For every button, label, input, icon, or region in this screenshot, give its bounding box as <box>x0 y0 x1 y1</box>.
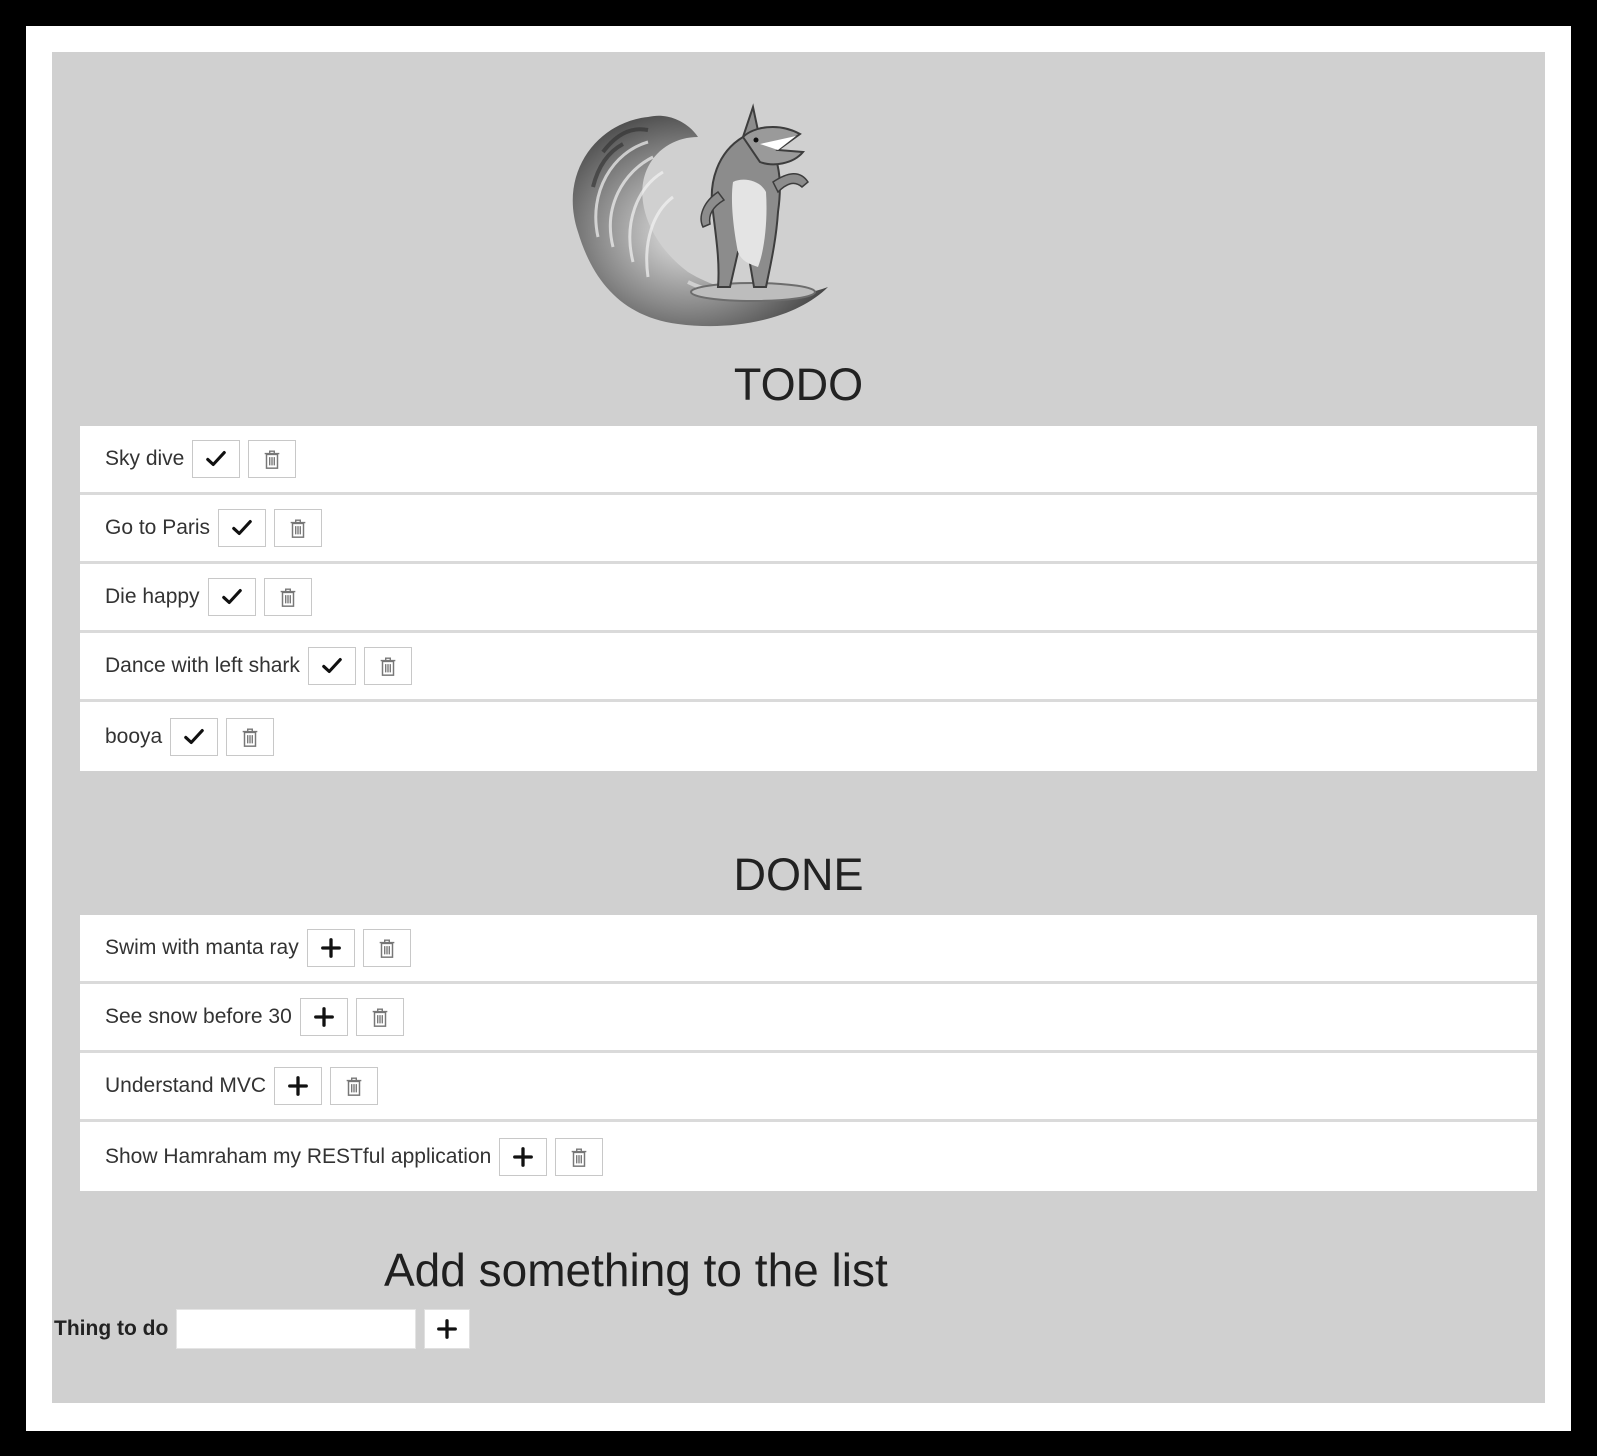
restore-button[interactable] <box>274 1067 323 1105</box>
trash-icon <box>377 655 399 677</box>
done-item-label: Swim with manta ray <box>105 936 299 959</box>
surfing-shark-logo <box>538 92 848 332</box>
trash-icon <box>261 448 283 470</box>
done-item: Swim with manta ray <box>80 915 1537 984</box>
plus-icon <box>436 1318 458 1340</box>
plus-icon <box>320 937 342 959</box>
add-item-button[interactable] <box>424 1309 471 1349</box>
todo-app: TODO Sky dive Go to Paris Die happy Danc… <box>52 52 1545 1403</box>
todo-list: Sky dive Go to Paris Die happy Dance wit… <box>80 426 1537 771</box>
check-icon <box>205 448 227 470</box>
done-heading: DONE <box>733 849 864 900</box>
check-icon <box>231 517 253 539</box>
delete-button[interactable] <box>248 440 297 478</box>
delete-button[interactable] <box>362 929 411 967</box>
todo-item: Sky dive <box>80 426 1537 495</box>
complete-button[interactable] <box>192 440 241 478</box>
todo-heading: TODO <box>733 359 864 410</box>
todo-item: booya <box>80 702 1537 771</box>
plus-icon <box>313 1006 335 1028</box>
check-icon <box>183 726 205 748</box>
plus-icon <box>512 1146 534 1168</box>
add-heading: Add something to the list <box>384 1244 888 1296</box>
thing-to-do-label: Thing to do <box>54 1317 169 1340</box>
restore-button[interactable] <box>306 929 355 967</box>
done-list: Swim with manta ray See snow before 30 U… <box>80 915 1537 1191</box>
done-item-label: Understand MVC <box>105 1074 267 1097</box>
todo-item-label: Die happy <box>105 585 200 608</box>
trash-icon <box>369 1006 391 1028</box>
complete-button[interactable] <box>218 509 267 547</box>
delete-button[interactable] <box>555 1137 604 1176</box>
delete-button[interactable] <box>363 647 412 685</box>
delete-button[interactable] <box>274 509 323 547</box>
check-icon <box>321 655 343 677</box>
todo-item: Go to Paris <box>80 495 1537 564</box>
todo-item: Dance with left shark <box>80 633 1537 702</box>
todo-item-label: booya <box>105 724 163 748</box>
todo-item-label: Dance with left shark <box>105 654 300 677</box>
trash-icon <box>277 586 299 608</box>
done-item-label: Show Hamraham my RESTful application <box>105 1144 492 1168</box>
delete-button[interactable] <box>330 1067 379 1105</box>
trash-icon <box>343 1075 365 1097</box>
restore-button[interactable] <box>499 1137 548 1176</box>
restore-button[interactable] <box>299 998 348 1036</box>
complete-button[interactable] <box>307 647 356 685</box>
delete-button[interactable] <box>263 578 312 616</box>
done-item-label: See snow before 30 <box>105 1005 292 1028</box>
complete-button[interactable] <box>170 717 219 756</box>
delete-button[interactable] <box>226 717 275 756</box>
todo-item: Die happy <box>80 564 1537 633</box>
trash-icon <box>376 937 398 959</box>
done-item: See snow before 30 <box>80 984 1537 1053</box>
check-icon <box>221 586 243 608</box>
delete-button[interactable] <box>355 998 404 1036</box>
done-item: Understand MVC <box>80 1053 1537 1122</box>
trash-icon <box>568 1146 590 1168</box>
plus-icon <box>287 1075 309 1097</box>
add-item-form: Thing to do <box>54 1309 471 1349</box>
trash-icon <box>239 726 261 748</box>
done-item: Show Hamraham my RESTful application <box>80 1122 1537 1191</box>
todo-item-label: Sky dive <box>105 447 185 470</box>
todo-item-label: Go to Paris <box>105 516 211 539</box>
thing-to-do-input[interactable] <box>176 1309 417 1349</box>
complete-button[interactable] <box>207 578 256 616</box>
trash-icon <box>287 517 309 539</box>
